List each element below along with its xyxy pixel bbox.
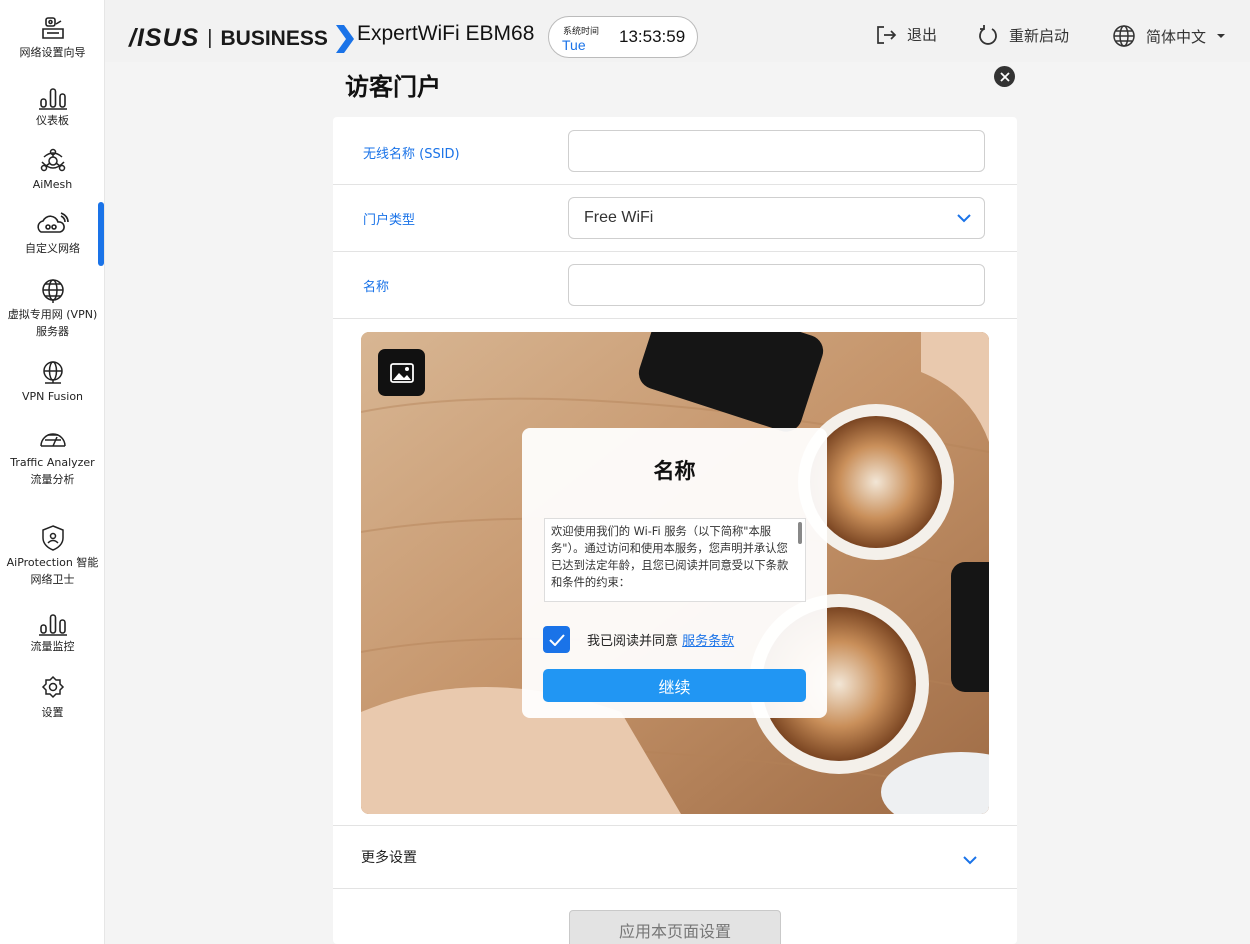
aiprotection-icon <box>41 525 64 551</box>
reboot-label: 重新启动 <box>1009 26 1070 45</box>
sidebar-item-traffic-monitor[interactable]: 流量监控 <box>0 612 105 655</box>
model-name: ExpertWiFi EBM68 <box>357 22 535 45</box>
sidebar-item-label: 自定义网络 <box>25 242 80 255</box>
custom-network-icon <box>36 212 69 233</box>
sidebar-item-dashboard[interactable]: 仪表板 <box>0 86 105 129</box>
traffic-monitor-icon <box>38 614 67 636</box>
more-settings-toggle[interactable]: 更多设置 <box>361 847 417 867</box>
caret-down-icon <box>1217 34 1226 38</box>
divider <box>333 825 1017 826</box>
chevron-right-icon <box>335 24 354 53</box>
page-title: 访客门户 <box>345 73 441 101</box>
reboot-icon <box>979 25 997 45</box>
asus-logo-text: /ISUS <box>129 24 200 52</box>
sidebar-item-settings[interactable]: 设置 <box>0 674 105 721</box>
agree-statement: 我已阅读并同意 服务条款 <box>587 630 734 649</box>
image-icon <box>389 362 414 383</box>
close-icon <box>999 71 1010 82</box>
name-input[interactable] <box>568 264 985 306</box>
agree-text: 我已阅读并同意 <box>587 634 679 649</box>
checkmark-icon <box>548 633 565 646</box>
sidebar-item-custom-network[interactable]: 自定义网络 <box>0 212 105 257</box>
sidebar-item-label: AiMesh <box>32 178 73 191</box>
chevron-down-icon[interactable] <box>962 854 978 866</box>
close-button[interactable] <box>994 66 1015 87</box>
settings-icon <box>41 675 64 699</box>
sidebar-item-aimesh[interactable]: AiMesh <box>0 148 105 193</box>
agree-checkbox[interactable] <box>543 626 570 653</box>
vpn-server-icon <box>41 279 64 303</box>
globe-icon <box>1113 25 1135 47</box>
terms-of-service-link[interactable]: 服务条款 <box>682 634 734 649</box>
sidebar-item-traffic-analyzer[interactable]: Traffic Analyzer 流量分析 <box>0 426 105 488</box>
continue-button[interactable]: 继续 <box>543 669 806 702</box>
sidebar-item-vpn-fusion[interactable]: VPN Fusion <box>0 360 105 405</box>
ssid-row: 无线名称 (SSID) <box>333 117 1017 185</box>
portal-type-row: 门户类型 Free WiFi <box>333 185 1017 252</box>
portal-type-label: 门户类型 <box>363 213 416 228</box>
dashboard-icon <box>38 88 67 110</box>
sidebar-item-label: 流量监控 <box>30 640 75 653</box>
sidebar-item-label: 虚拟专用网 (VPN) 服务器 <box>7 308 98 338</box>
chevron-down-icon <box>957 214 971 223</box>
language-label: 简体中文 <box>1146 27 1207 46</box>
change-image-button[interactable] <box>378 349 425 396</box>
portal-type-select[interactable]: Free WiFi <box>568 197 985 239</box>
apply-settings-button[interactable]: 应用本页面设置 <box>569 910 781 944</box>
portal-preview: 名称 欢迎使用我们的 Wi-Fi 服务（以下简称"本服务"）。通过访问和使用本服… <box>361 332 989 814</box>
logo-business-text: BUSINESS <box>220 26 328 50</box>
reboot-button[interactable]: 重新启动 <box>977 24 1069 46</box>
sidebar-item-label: Traffic Analyzer 流量分析 <box>10 456 95 486</box>
divider <box>333 888 1017 889</box>
sidebar-item-label: AiProtection 智能网络卫士 <box>6 556 99 586</box>
asus-business-logo[interactable]: /ISUS | BUSINESS <box>129 24 356 53</box>
aimesh-icon <box>40 148 65 172</box>
sidebar-item-vpn-server[interactable]: 虚拟专用网 (VPN) 服务器 <box>0 278 105 340</box>
portal-title: 名称 <box>653 459 696 483</box>
name-row: 名称 <box>333 252 1017 319</box>
sidebar-item-label: 仪表板 <box>36 114 69 127</box>
guest-portal-panel: 无线名称 (SSID) 门户类型 Free WiFi 名称 名称 欢迎使用我们的… <box>333 117 1017 944</box>
sidebar-item-aiprotection[interactable]: AiProtection 智能网络卫士 <box>0 524 105 588</box>
portal-type-value: Free WiFi <box>584 209 654 226</box>
logout-button[interactable]: 退出 <box>875 24 937 45</box>
logout-icon <box>877 25 897 44</box>
language-selector[interactable]: 简体中文 <box>1112 24 1228 48</box>
ssid-label: 无线名称 (SSID) <box>363 147 460 162</box>
system-time-day: Tue <box>562 37 586 53</box>
traffic-analyzer-icon <box>39 433 66 447</box>
terms-text: 欢迎使用我们的 Wi-Fi 服务（以下简称"本服务"）。通过访问和使用本服务，您… <box>551 525 789 589</box>
system-time-label: 系统时间 <box>563 27 600 37</box>
sidebar-item-label: 设置 <box>41 706 64 719</box>
system-time-badge: 系统时间 Tue 13:53:59 <box>548 16 698 58</box>
portal-login-card: 名称 欢迎使用我们的 Wi-Fi 服务（以下简称"本服务"）。通过访问和使用本服… <box>522 428 827 718</box>
terms-textbox[interactable]: 欢迎使用我们的 Wi-Fi 服务（以下简称"本服务"）。通过访问和使用本服务，您… <box>544 518 806 602</box>
vpn-fusion-icon <box>42 361 63 384</box>
logo-separator: | <box>207 27 213 49</box>
system-time-value: 13:53:59 <box>619 27 686 46</box>
sidebar-active-indicator <box>98 202 104 266</box>
sidebar-item-label: 网络设置向导 <box>19 46 86 59</box>
name-label: 名称 <box>363 280 390 295</box>
logout-label: 退出 <box>907 26 938 44</box>
network-wizard-icon <box>41 17 64 39</box>
sidebar-item-label: VPN Fusion <box>21 390 84 403</box>
ssid-input[interactable] <box>568 130 985 172</box>
sidebar-item-network-wizard[interactable]: 网络设置向导 <box>0 16 105 61</box>
terms-scrollbar[interactable] <box>798 522 802 544</box>
sidebar: 网络设置向导 仪表板 AiMesh 自定义网络 虚拟专用网 (VPN) 服务器 … <box>0 0 105 944</box>
